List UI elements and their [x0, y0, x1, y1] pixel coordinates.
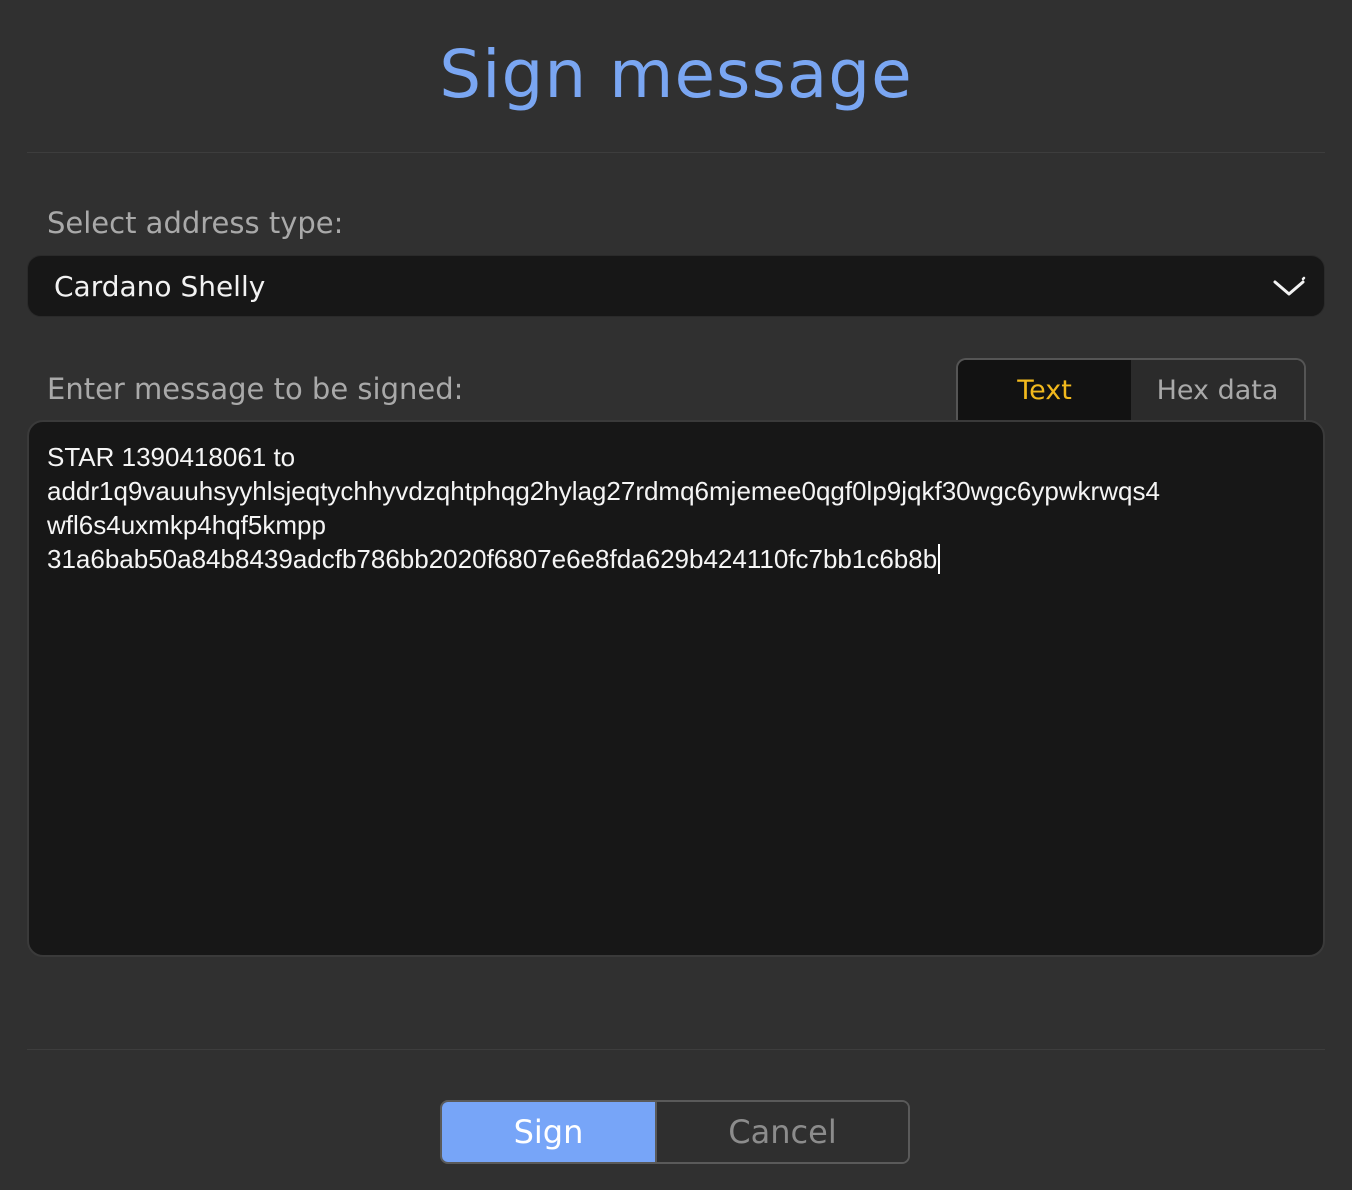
address-type-label: Select address type: — [47, 206, 344, 240]
footer-divider — [27, 1049, 1325, 1050]
chevron-down-icon — [1273, 276, 1306, 296]
cancel-button[interactable]: Cancel — [657, 1102, 908, 1162]
dialog-title: Sign message — [439, 36, 913, 113]
message-textarea[interactable]: STAR 1390418061 to addr1q9vauuhsyyhlsjeq… — [27, 420, 1325, 957]
text-caret — [938, 544, 941, 574]
mode-hex-tab[interactable]: Hex data — [1131, 360, 1304, 420]
address-type-value: Cardano Shelly — [54, 269, 266, 303]
sign-button[interactable]: Sign — [442, 1102, 657, 1162]
message-mode-toggle: Text Hex data — [956, 358, 1306, 420]
address-type-select[interactable]: Cardano Shelly — [27, 255, 1325, 317]
action-buttons: Sign Cancel — [440, 1100, 910, 1164]
message-line: 31a6bab50a84b8439adcfb786bb2020f6807e6e8… — [47, 544, 938, 574]
message-line: addr1q9vauuhsyyhlsjeqtychhyvdzqhtphqg2hy… — [47, 476, 1160, 506]
message-line: wfl6s4uxmkp4hqf5kmpp — [47, 510, 326, 540]
message-line: STAR 1390418061 to — [47, 442, 296, 472]
message-label: Enter message to be signed: — [47, 372, 464, 406]
sign-message-dialog: Sign message Select address type: Cardan… — [0, 0, 1352, 1190]
title-divider — [27, 152, 1325, 153]
message-text: STAR 1390418061 to addr1q9vauuhsyyhlsjeq… — [47, 440, 1305, 576]
mode-text-tab[interactable]: Text — [958, 360, 1131, 420]
